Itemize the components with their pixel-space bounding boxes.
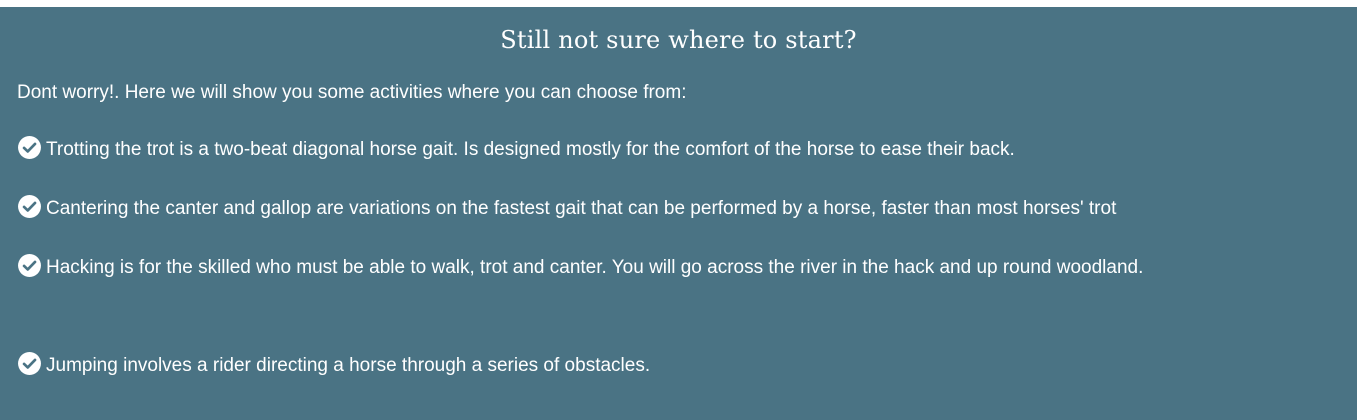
activity-description: is for the skilled who must be able to w… (114, 257, 1144, 278)
activity-item-trotting: Trotting the trot is a two-beat diagonal… (17, 130, 1337, 170)
check-circle-icon (18, 254, 41, 277)
activity-item-cantering: Cantering the canter and gallop are vari… (17, 189, 1337, 229)
check-circle-icon (18, 352, 41, 375)
activity-item-hacking: Hacking is for the skilled who must be a… (17, 248, 1337, 288)
activity-item-jumping: Jumping involves a rider directing a hor… (17, 346, 1337, 386)
activity-description: involves a rider directing a horse throu… (117, 355, 651, 376)
check-circle-icon (18, 195, 41, 218)
activity-name: Cantering (46, 198, 129, 219)
section-title: Still not sure where to start? (500, 26, 857, 54)
check-circle-icon (18, 136, 41, 159)
intro-text: Dont worry!. Here we will show you some … (17, 82, 687, 103)
activity-name: Trotting (46, 139, 110, 160)
activity-description: the trot is a two-beat diagonal horse ga… (109, 139, 1015, 160)
activity-name: Hacking (46, 257, 115, 278)
activities-section: Still not sure where to start? Dont worr… (0, 7, 1357, 420)
activity-description: the canter and gallop are variations on … (128, 198, 1117, 219)
activity-name: Jumping (46, 355, 118, 376)
